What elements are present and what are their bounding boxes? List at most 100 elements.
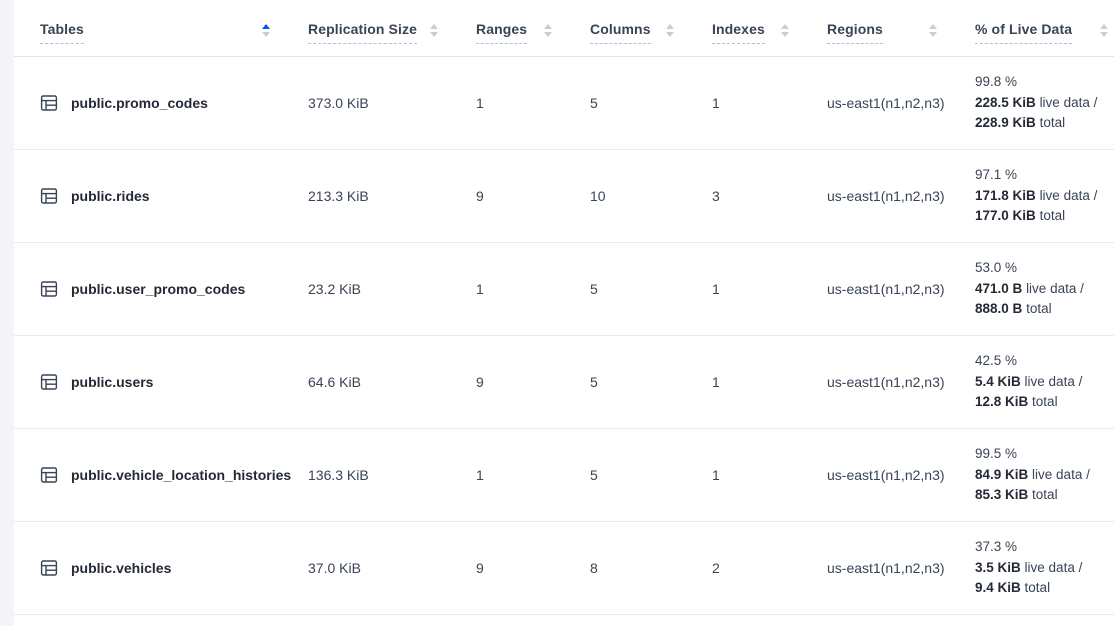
table-name-cell[interactable]: public.vehicle_location_histories [40,466,308,484]
sort-arrows-icon[interactable] [1100,24,1108,37]
table-name-cell[interactable]: public.users [40,373,308,391]
column-header-ranges-label: Ranges [476,21,527,44]
table-name[interactable]: public.user_promo_codes [71,281,245,297]
table-name[interactable]: public.promo_codes [71,95,208,111]
column-header-indexes[interactable]: Indexes [712,21,827,44]
live-data-cell: 42.5 % 5.4 KiB live data / 12.8 KiB tota… [975,351,1114,413]
live-data-cell: 37.3 % 3.5 KiB live data / 9.4 KiB total [975,537,1114,599]
columns-cell: 5 [590,374,712,390]
live-data-percent: 99.5 % [975,444,1017,465]
sort-arrows-icon[interactable] [929,24,937,37]
regions-cell: us-east1(n1,n2,n3) [827,281,975,297]
live-data-cell: 97.1 % 171.8 KiB live data / 177.0 KiB t… [975,165,1114,227]
table-header-row: Tables Replication Size Ranges Columns I… [14,0,1114,57]
table-name-cell[interactable]: public.vehicles [40,559,308,577]
live-data-cell: 53.0 % 471.0 B live data / 888.0 B total [975,258,1114,320]
total-data-size: 85.3 KiB total [975,485,1058,506]
column-header-replication-size[interactable]: Replication Size [308,21,476,44]
ranges-cell: 9 [476,560,590,576]
regions-cell: us-east1(n1,n2,n3) [827,188,975,204]
replication-size-cell: 373.0 KiB [308,95,476,111]
replication-size-cell: 64.6 KiB [308,374,476,390]
table-row[interactable]: public.user_promo_codes 23.2 KiB 1 5 1 u… [14,243,1114,336]
table-name-cell[interactable]: public.promo_codes [40,94,308,112]
indexes-cell: 1 [712,281,827,297]
table-row[interactable]: public.promo_codes 373.0 KiB 1 5 1 us-ea… [14,57,1114,150]
table-grid-icon [40,373,58,391]
live-data-size: 84.9 KiB live data / [975,465,1090,486]
sort-arrows-icon[interactable] [781,24,789,37]
table-name-cell[interactable]: public.rides [40,187,308,205]
indexes-cell: 1 [712,374,827,390]
table-name[interactable]: public.rides [71,188,150,204]
indexes-cell: 1 [712,95,827,111]
column-header-replication-size-label: Replication Size [308,21,417,44]
column-header-live-data[interactable]: % of Live Data [975,21,1114,44]
columns-cell: 8 [590,560,712,576]
total-data-size: 177.0 KiB total [975,206,1065,227]
ranges-cell: 1 [476,467,590,483]
total-data-size: 888.0 B total [975,299,1052,320]
indexes-cell: 2 [712,560,827,576]
table-name[interactable]: public.vehicles [71,560,171,576]
columns-cell: 5 [590,95,712,111]
table-row[interactable]: public.rides 213.3 KiB 9 10 3 us-east1(n… [14,150,1114,243]
column-header-columns-label: Columns [590,21,651,44]
live-data-size: 171.8 KiB live data / [975,186,1097,207]
ranges-cell: 9 [476,188,590,204]
column-header-ranges[interactable]: Ranges [476,21,590,44]
table-row[interactable]: public.users 64.6 KiB 9 5 1 us-east1(n1,… [14,336,1114,429]
column-header-regions-label: Regions [827,21,883,44]
column-header-columns[interactable]: Columns [590,21,712,44]
table-grid-icon [40,280,58,298]
live-data-percent: 97.1 % [975,165,1017,186]
tables-list-card: Tables Replication Size Ranges Columns I… [14,0,1114,626]
table-grid-icon [40,559,58,577]
live-data-size: 228.5 KiB live data / [975,93,1097,114]
table-grid-icon [40,94,58,112]
indexes-cell: 1 [712,467,827,483]
live-data-size: 3.5 KiB live data / [975,558,1082,579]
live-data-percent: 37.3 % [975,537,1017,558]
ranges-cell: 1 [476,95,590,111]
regions-cell: us-east1(n1,n2,n3) [827,95,975,111]
column-header-regions[interactable]: Regions [827,21,975,44]
sort-arrows-icon[interactable] [262,24,270,37]
sort-arrows-icon[interactable] [430,24,438,37]
column-header-tables-label: Tables [40,21,84,44]
table-name-cell[interactable]: public.user_promo_codes [40,280,308,298]
table-name[interactable]: public.vehicle_location_histories [71,467,291,483]
columns-cell: 10 [590,188,712,204]
table-row[interactable]: public.vehicle_location_histories 136.3 … [14,429,1114,522]
table-row[interactable]: public.vehicles 37.0 KiB 9 8 2 us-east1(… [14,522,1114,615]
replication-size-cell: 37.0 KiB [308,560,476,576]
live-data-cell: 99.8 % 228.5 KiB live data / 228.9 KiB t… [975,72,1114,134]
indexes-cell: 3 [712,188,827,204]
table-grid-icon [40,466,58,484]
live-data-size: 471.0 B live data / [975,279,1084,300]
regions-cell: us-east1(n1,n2,n3) [827,374,975,390]
regions-cell: us-east1(n1,n2,n3) [827,560,975,576]
replication-size-cell: 136.3 KiB [308,467,476,483]
ranges-cell: 9 [476,374,590,390]
sort-arrows-icon[interactable] [544,24,552,37]
live-data-percent: 42.5 % [975,351,1017,372]
column-header-live-data-label: % of Live Data [975,21,1072,44]
total-data-size: 228.9 KiB total [975,113,1065,134]
column-header-indexes-label: Indexes [712,21,765,44]
columns-cell: 5 [590,281,712,297]
sort-arrows-icon[interactable] [666,24,674,37]
replication-size-cell: 213.3 KiB [308,188,476,204]
live-data-size: 5.4 KiB live data / [975,372,1082,393]
live-data-cell: 99.5 % 84.9 KiB live data / 85.3 KiB tot… [975,444,1114,506]
live-data-percent: 53.0 % [975,258,1017,279]
table-name[interactable]: public.users [71,374,153,390]
column-header-tables[interactable]: Tables [40,21,308,44]
total-data-size: 12.8 KiB total [975,392,1058,413]
regions-cell: us-east1(n1,n2,n3) [827,467,975,483]
replication-size-cell: 23.2 KiB [308,281,476,297]
ranges-cell: 1 [476,281,590,297]
live-data-percent: 99.8 % [975,72,1017,93]
table-grid-icon [40,187,58,205]
columns-cell: 5 [590,467,712,483]
